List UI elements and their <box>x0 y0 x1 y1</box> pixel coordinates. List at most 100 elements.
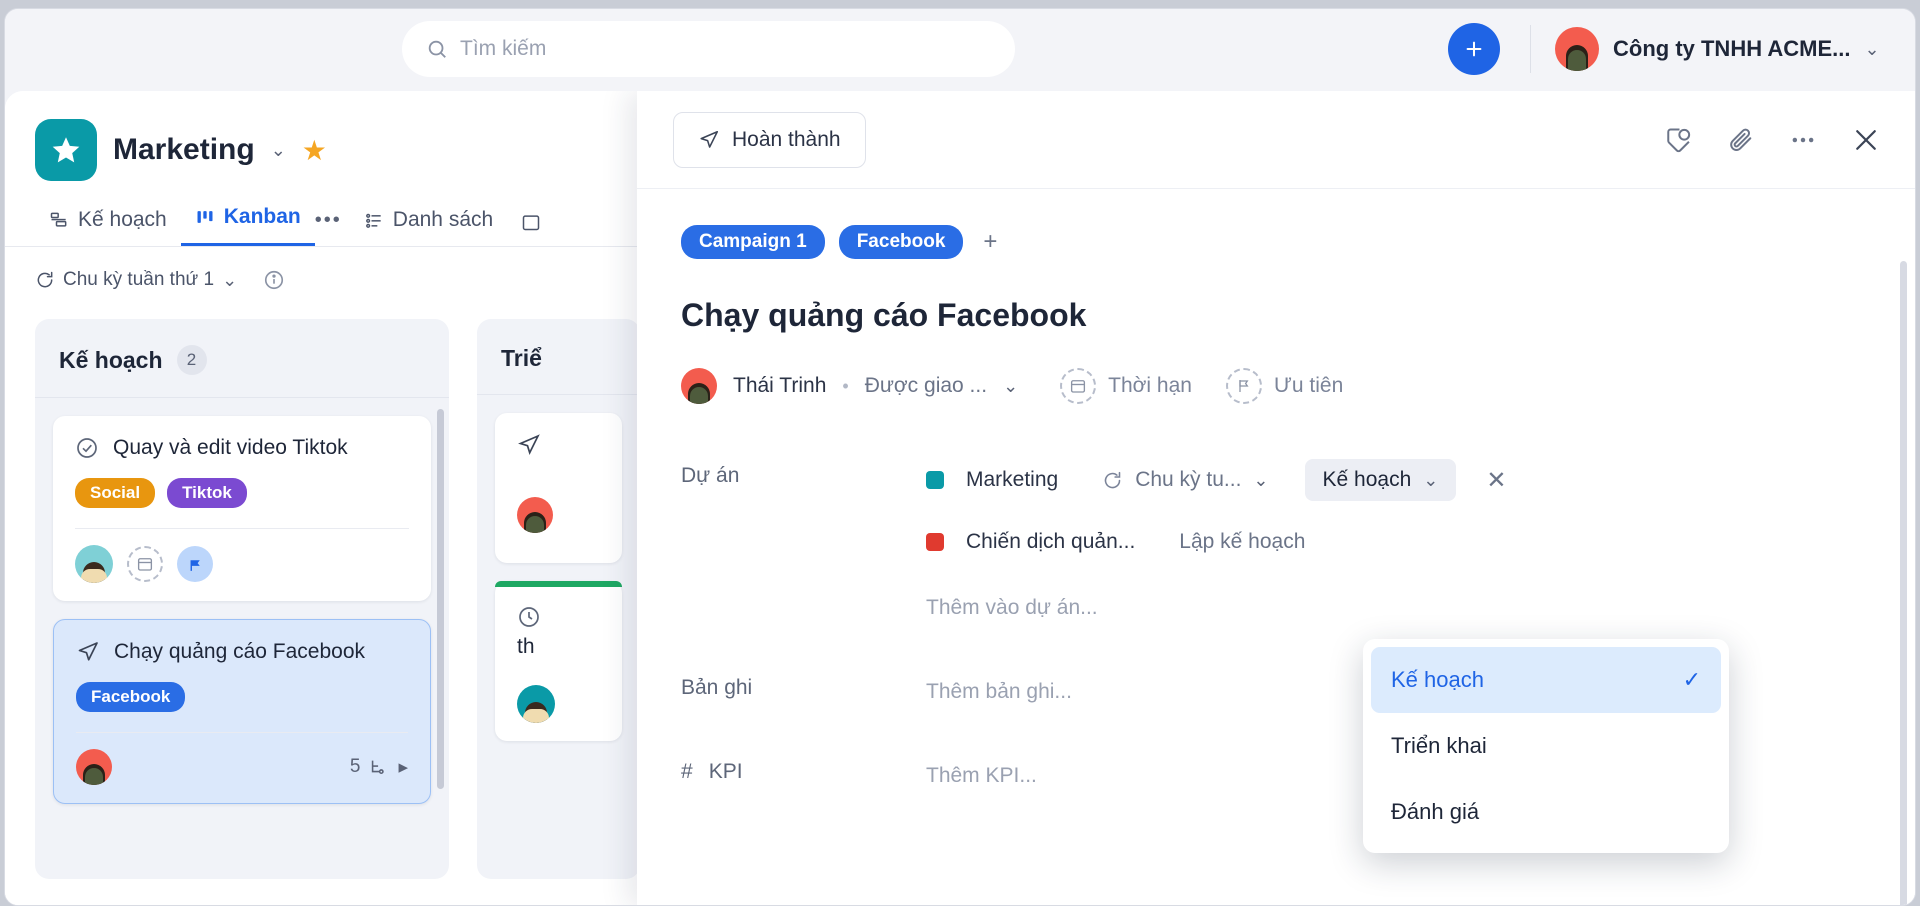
detail-header: Hoàn thành <box>637 91 1915 189</box>
add-button[interactable] <box>1448 23 1500 75</box>
tab-danh-sach[interactable]: Danh sách <box>350 208 507 246</box>
project-chevron-down-icon[interactable]: ⌄ <box>271 140 286 161</box>
kanban-board: Marketing ⌄ ★ Kế hoạch Kanban ••• Danh s… <box>5 91 640 905</box>
assignee-status[interactable]: Được giao ... <box>865 374 987 398</box>
flag-icon[interactable] <box>177 546 213 582</box>
search-input[interactable]: Tìm kiếm <box>402 21 1015 77</box>
chip-facebook[interactable]: Facebook <box>838 225 964 259</box>
project-name[interactable]: Chiến dịch quản... <box>966 530 1135 554</box>
close-icon[interactable] <box>1851 125 1881 155</box>
card-footer: 5 ▸ <box>76 749 408 785</box>
card-title-row: Quay và edit video Tiktok <box>75 436 409 460</box>
card-footer <box>517 497 600 533</box>
card-chay-quang-cao-facebook[interactable]: Chạy quảng cáo Facebook Facebook 5 ▸ <box>53 619 431 804</box>
tag-tiktok[interactable]: Tiktok <box>167 478 247 508</box>
search-placeholder-text: Tìm kiếm <box>460 37 547 60</box>
remove-project-icon[interactable]: ✕ <box>1486 466 1506 495</box>
tag-social[interactable]: Social <box>75 478 156 508</box>
cycle-bar: Chu kỳ tuần thứ 1 ⌄ <box>5 247 640 291</box>
tab-kanban[interactable]: Kanban <box>180 205 315 246</box>
cycle-icon <box>35 270 55 290</box>
dropdown-item-label: Triển khai <box>1391 733 1487 758</box>
priority-button[interactable]: Ưu tiên <box>1225 368 1344 404</box>
dropdown-item-ke-hoach[interactable]: Kế hoạch ✓ <box>1371 647 1721 713</box>
chip-campaign-1[interactable]: Campaign 1 <box>681 225 825 259</box>
dropdown-item-trien-khai[interactable]: Triển khai <box>1371 713 1721 779</box>
send-icon <box>517 433 541 457</box>
column-scrollbar[interactable] <box>437 409 444 789</box>
calendar-icon[interactable] <box>127 546 163 582</box>
timeline-icon <box>49 210 69 230</box>
chevron-down-icon: ⌄ <box>222 269 238 290</box>
chevron-down-icon: ⌄ <box>1864 38 1880 59</box>
avatar[interactable] <box>76 749 112 785</box>
flag-icon <box>1225 368 1262 404</box>
check-circle-icon[interactable] <box>75 436 99 460</box>
account-menu[interactable]: Công ty TNHH ACME... ⌄ <box>1555 25 1880 73</box>
account-name: Công ty TNHH ACME... <box>1613 36 1851 61</box>
card-footer <box>75 545 409 583</box>
hash-icon: # <box>681 760 693 783</box>
priority-label: Ưu tiên <box>1273 374 1344 397</box>
project-cycle-selector[interactable]: Chu kỳ tu... ⌄ <box>1102 468 1269 492</box>
project-status-dropdown[interactable]: Kế hoạch ⌄ <box>1304 459 1457 501</box>
chevron-down-icon: ⌄ <box>1253 469 1269 490</box>
project-name[interactable]: Marketing <box>966 468 1058 492</box>
tab-more-icon[interactable]: ••• <box>315 209 350 246</box>
chevron-down-icon: ⌄ <box>1423 469 1439 490</box>
cycle-selector[interactable]: Chu kỳ tuần thứ 1 ⌄ <box>35 269 237 291</box>
avatar[interactable] <box>517 497 553 533</box>
field-label: Dự án <box>681 464 740 487</box>
due-date-button[interactable]: Thời hạn <box>1060 368 1192 404</box>
card-title-row <box>517 605 600 629</box>
card-partial-2[interactable]: th <box>495 581 622 741</box>
top-bar: Tìm kiếm Công ty TNHH ACME... ⌄ <box>5 9 1915 91</box>
tag-facebook[interactable]: Facebook <box>76 682 186 712</box>
info-icon[interactable] <box>263 269 285 291</box>
avatar[interactable] <box>75 545 113 583</box>
card-title-row <box>517 433 600 457</box>
tab-more-view[interactable] <box>507 212 555 246</box>
dropdown-item-danh-gia[interactable]: Đánh giá <box>1371 779 1721 845</box>
field-value: Marketing Chu kỳ tu... ⌄ Kế hoạch ⌄ ✕ Ch… <box>926 458 1873 630</box>
tag-icon[interactable] <box>1665 126 1693 154</box>
view-tabs: Kế hoạch Kanban ••• Danh sách <box>5 181 640 247</box>
add-to-project-input[interactable]: Thêm vào dự án... <box>926 586 1873 630</box>
main-body: Marketing ⌄ ★ Kế hoạch Kanban ••• Danh s… <box>5 91 1915 905</box>
tab-label: Danh sách <box>392 208 494 231</box>
project-color-swatch <box>926 471 944 489</box>
column-ke-hoach: Kế hoạch 2 Quay và edit video Tiktok Soc… <box>35 319 449 879</box>
tab-ke-hoach[interactable]: Kế hoạch <box>35 208 181 246</box>
add-record-placeholder: Thêm bản ghi... <box>926 680 1072 703</box>
card-tags: Social Tiktok <box>75 478 409 508</box>
attachment-icon[interactable] <box>1727 126 1755 154</box>
project-cycle-label: Chu kỳ tu... <box>1135 468 1242 491</box>
clock-icon <box>517 605 541 629</box>
board-columns: Kế hoạch 2 Quay và edit video Tiktok Soc… <box>5 291 640 879</box>
card-partial-1[interactable] <box>495 413 622 563</box>
avatar[interactable] <box>517 685 555 723</box>
tab-label: Kế hoạch <box>78 208 167 231</box>
project-status-label[interactable]: Lập kế hoạch <box>1179 530 1305 554</box>
column-title: Triể <box>501 345 542 371</box>
task-title[interactable]: Chạy quảng cáo Facebook <box>681 297 1873 334</box>
add-tag-icon[interactable]: + <box>977 228 997 256</box>
more-icon[interactable] <box>1789 126 1817 154</box>
complete-button[interactable]: Hoàn thành <box>673 111 866 168</box>
card-quay-va-edit-video-tiktok[interactable]: Quay và edit video Tiktok Social Tiktok <box>53 416 431 601</box>
card-subtask-count: 5 ▸ <box>350 756 408 779</box>
tab-label: Kanban <box>223 205 301 228</box>
card-list: th <box>477 395 640 741</box>
detail-scrollbar[interactable] <box>1900 261 1907 905</box>
favorite-star-icon[interactable]: ★ <box>302 134 327 167</box>
chevron-down-icon[interactable]: ⌄ <box>1003 376 1018 397</box>
avatar[interactable] <box>681 368 717 404</box>
card-title-wrap: th <box>517 635 535 658</box>
card-title-row: Chạy quảng cáo Facebook <box>76 640 408 664</box>
send-icon[interactable] <box>76 640 100 664</box>
field-du-an: Dự án Marketing Chu kỳ tu... ⌄ Kế hoạch … <box>681 458 1873 630</box>
topbar-divider <box>1530 25 1531 73</box>
expand-icon[interactable]: ▸ <box>398 756 408 779</box>
project-status-label: Kế hoạch <box>1322 468 1412 491</box>
assignee-name: Thái Trinh <box>733 374 827 397</box>
